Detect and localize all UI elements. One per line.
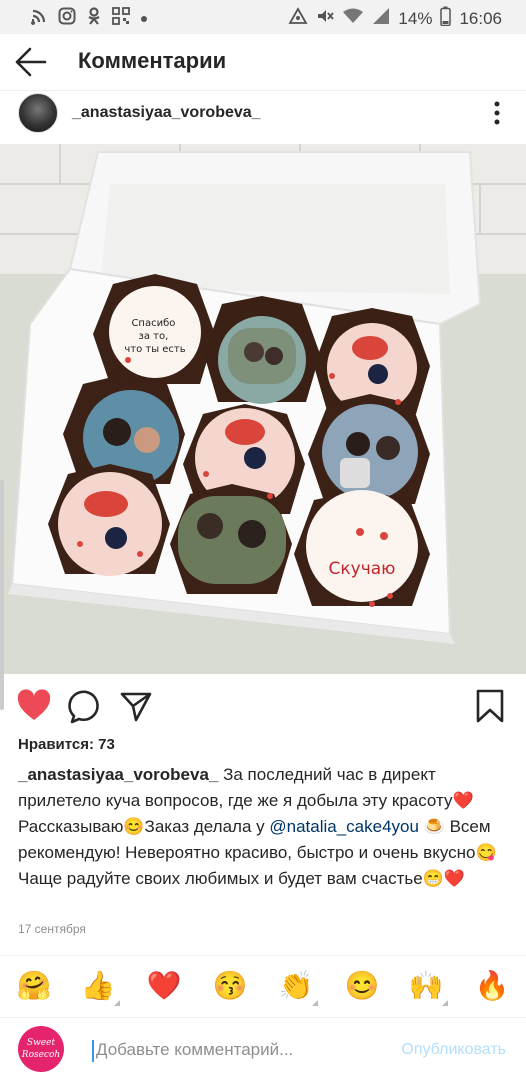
- arrow-left-icon: [15, 47, 47, 77]
- alarm-icon: [288, 7, 308, 30]
- emoji-clap-button[interactable]: 👏: [278, 968, 318, 1006]
- emoji-thumbs-up-button[interactable]: 👍: [80, 968, 120, 1006]
- likes-count[interactable]: Нравится: 73: [18, 736, 115, 753]
- ok-icon: [86, 7, 102, 30]
- post-header: _anastasiyaa_vorobeva_: [0, 90, 526, 142]
- qr-icon: [112, 7, 130, 30]
- heart-icon: [17, 689, 51, 720]
- battery-percent: 14%: [398, 8, 433, 28]
- caption-text-5: Чаще радуйте своих любимых и будет вам с…: [18, 869, 423, 888]
- page-title: Комментарии: [78, 48, 227, 73]
- post-photo[interactable]: Спасибо за то, что ты есть Скучаю: [0, 144, 526, 674]
- author-username[interactable]: _anastasiyaa_vorobeva_: [72, 104, 261, 122]
- caption-username[interactable]: _anastasiyaa_vorobeva_: [18, 765, 218, 784]
- skin-tone-indicator: [312, 1000, 318, 1006]
- dot-icon: [140, 10, 148, 28]
- instagram-icon: [58, 7, 76, 30]
- status-left-icons: [30, 7, 148, 30]
- emoji-kiss-button[interactable]: 😚: [212, 968, 248, 1004]
- grin-emoji: 😁: [422, 869, 444, 888]
- bookmark-icon: [476, 689, 504, 723]
- caption-text-3: Заказ делала у: [144, 817, 270, 836]
- comment-input[interactable]: [96, 1037, 366, 1063]
- cupcakes: [48, 274, 430, 607]
- wifi-icon: [342, 7, 364, 30]
- smile-emoji: 😊: [123, 817, 145, 836]
- more-options-button[interactable]: [494, 101, 500, 125]
- post-actions: [0, 676, 526, 736]
- emoji-heart-button[interactable]: ❤️: [146, 968, 182, 1004]
- emoji-smile-button[interactable]: 😊: [344, 968, 380, 1004]
- more-vertical-icon: [494, 101, 500, 125]
- status-bar: 14% 16:06: [0, 0, 526, 34]
- share-icon: [120, 692, 152, 722]
- top-app-bar: Комментарии: [0, 34, 526, 90]
- battery-icon: [440, 6, 452, 31]
- emoji-fire-button[interactable]: 🔥: [474, 968, 510, 1004]
- text-cursor: [92, 1040, 94, 1062]
- comment-composer: Sweet Rosecoh Опубликовать: [0, 1017, 526, 1080]
- red-heart-emoji-2: ❤️: [443, 869, 466, 888]
- clock-time: 16:06: [459, 8, 502, 28]
- post-date: 17 сентября: [18, 922, 86, 936]
- skin-tone-indicator: [442, 1000, 448, 1006]
- comment-button[interactable]: [68, 688, 104, 724]
- status-right-icons: 14% 16:06: [288, 6, 502, 31]
- back-button[interactable]: [14, 46, 48, 78]
- cellular-icon: [372, 7, 390, 30]
- save-button[interactable]: [472, 688, 508, 724]
- publish-button[interactable]: Опубликовать: [401, 1041, 506, 1059]
- current-user-avatar: Sweet Rosecoh: [18, 1026, 64, 1072]
- red-heart-emoji: ❤️: [452, 791, 474, 810]
- cake-text-miss: Скучаю: [329, 559, 396, 579]
- emoji-quick-bar: 🤗 👍 ❤️ 😚 👏 😊 🙌 🔥: [0, 955, 526, 1017]
- share-button[interactable]: [118, 688, 154, 724]
- caption-text-2: Рассказываю: [18, 817, 124, 836]
- signal-icon: [30, 7, 48, 30]
- like-button[interactable]: [16, 688, 52, 724]
- skin-tone-indicator: [114, 1000, 120, 1006]
- post-caption: _anastasiyaa_vorobeva_ За последний час …: [18, 762, 510, 892]
- emoji-raised-hands-button[interactable]: 🙌: [408, 968, 448, 1006]
- author-avatar[interactable]: [18, 93, 58, 133]
- mute-icon: [316, 7, 335, 30]
- yum-emoji: 😋: [475, 843, 497, 862]
- emoji-hug-button[interactable]: 🤗: [16, 968, 52, 1004]
- pudding-emoji: 🍮: [418, 817, 450, 836]
- comment-icon: [68, 690, 99, 724]
- caption-mention-link[interactable]: @natalia_cake4you: [269, 817, 419, 836]
